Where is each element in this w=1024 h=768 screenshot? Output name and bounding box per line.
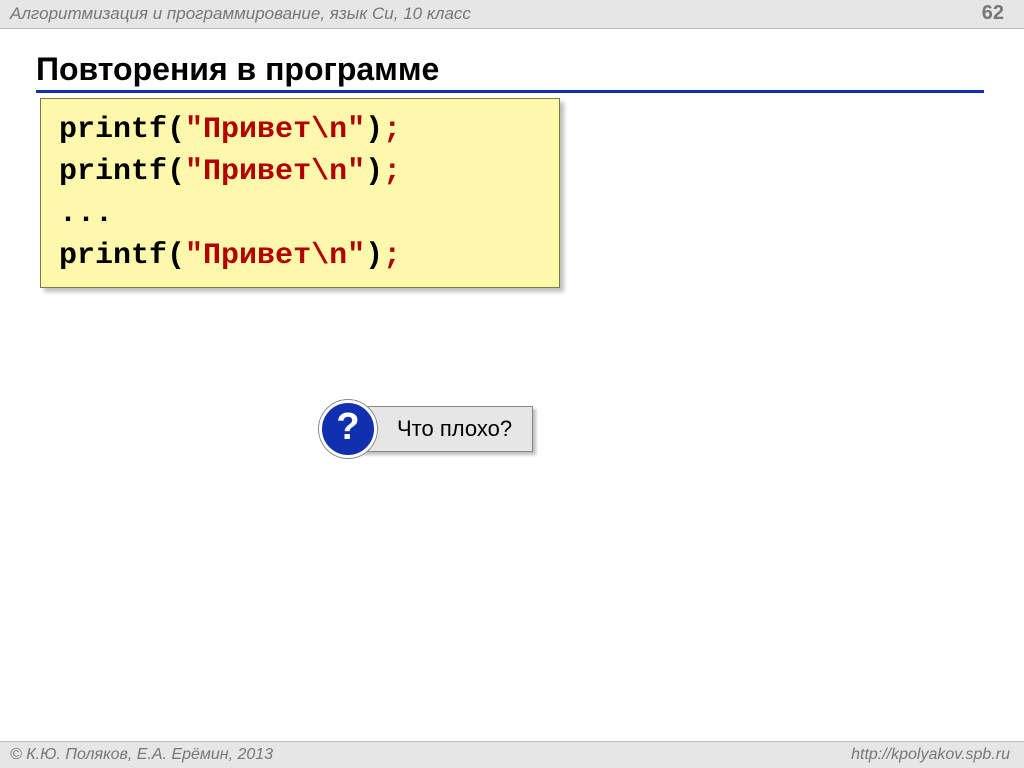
token-fn: printf bbox=[59, 155, 167, 189]
token-ellipsis: ... bbox=[59, 197, 113, 231]
code-box: printf("Привет\n"); printf("Привет\n"); … bbox=[40, 98, 560, 288]
question-icon-glyph: ? bbox=[336, 408, 359, 446]
token-fn: printf bbox=[59, 113, 167, 147]
question-icon: ? bbox=[319, 400, 377, 458]
code-line: printf("Привет\n"); bbox=[59, 235, 541, 277]
slide-title: Повторения в программе bbox=[36, 51, 984, 93]
code-line: printf("Привет\n"); bbox=[59, 109, 541, 151]
footer-bar: © К.Ю. Поляков, Е.А. Ерёмин, 2013 http:/… bbox=[0, 741, 1024, 768]
footer-right: http://kpolyakov.spb.ru bbox=[851, 746, 1010, 764]
token-semi: ; bbox=[383, 239, 401, 273]
token-string: "Привет\n" bbox=[185, 113, 365, 147]
token-paren: ) bbox=[365, 155, 383, 189]
token-paren: ( bbox=[167, 239, 185, 273]
callout-text: Что плохо? bbox=[397, 416, 512, 442]
token-paren: ) bbox=[365, 113, 383, 147]
page-number: 62 bbox=[982, 2, 1004, 25]
token-semi: ; bbox=[383, 113, 401, 147]
footer-left: © К.Ю. Поляков, Е.А. Ерёмин, 2013 bbox=[10, 746, 273, 764]
token-string: "Привет\n" bbox=[185, 155, 365, 189]
code-line: ... bbox=[59, 193, 541, 235]
token-fn: printf bbox=[59, 239, 167, 273]
token-paren: ) bbox=[365, 239, 383, 273]
token-string: "Привет\n" bbox=[185, 239, 365, 273]
callout: ? Что плохо? bbox=[344, 406, 533, 452]
header-title: Алгоритмизация и программирование, язык … bbox=[10, 4, 471, 24]
token-semi: ; bbox=[383, 155, 401, 189]
code-line: printf("Привет\n"); bbox=[59, 151, 541, 193]
header-bar: Алгоритмизация и программирование, язык … bbox=[0, 0, 1024, 29]
token-paren: ( bbox=[167, 113, 185, 147]
callout-box: ? Что плохо? bbox=[344, 406, 533, 452]
token-paren: ( bbox=[167, 155, 185, 189]
